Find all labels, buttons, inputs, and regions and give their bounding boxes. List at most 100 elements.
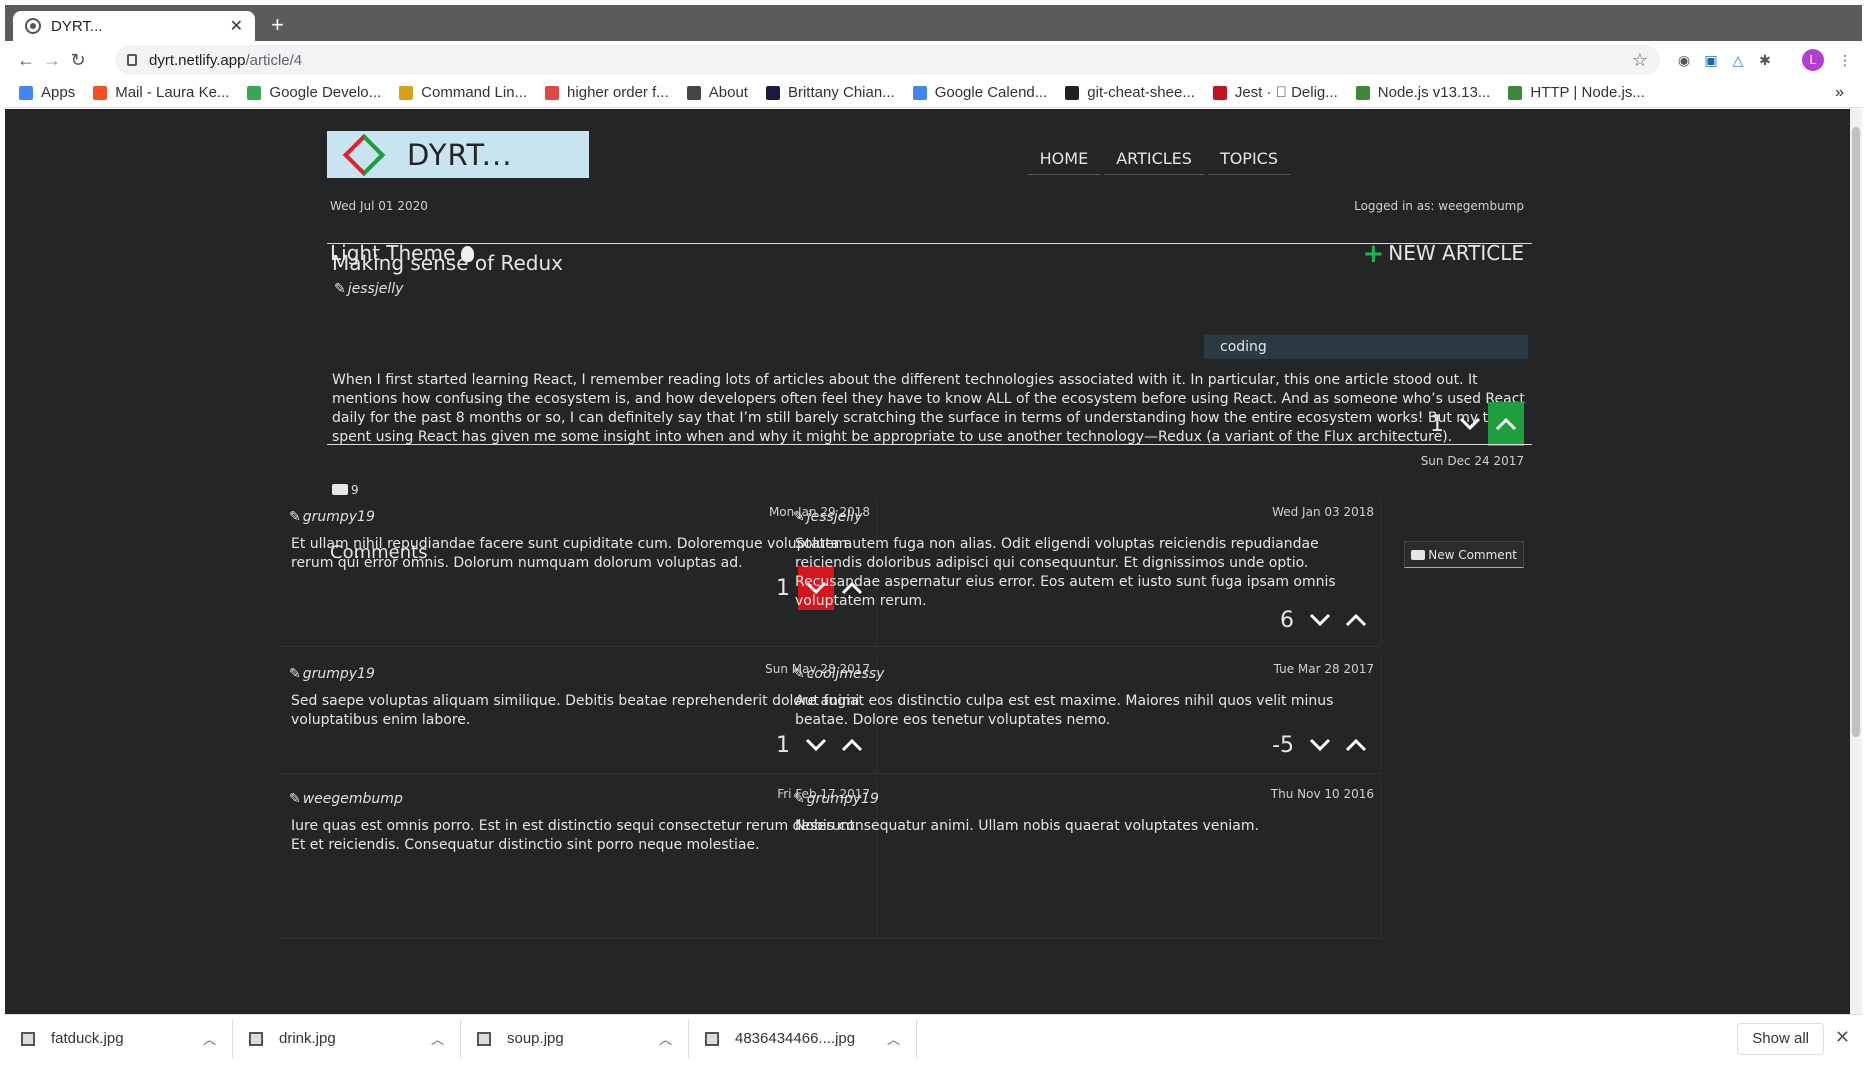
bookmarks-overflow-icon[interactable]: »	[1835, 84, 1844, 102]
bookmark-item[interactable]: Google Calend...	[912, 84, 1047, 101]
comment-upvote-chevron-icon[interactable]	[1338, 598, 1374, 642]
comment-author[interactable]: ✎ grumpy19	[289, 509, 375, 525]
new-tab-button[interactable]: +	[271, 14, 284, 36]
extensions-puzzle-icon[interactable]: ✱	[1755, 50, 1775, 70]
comment-author[interactable]: ✎ cooljmessy	[793, 666, 884, 682]
article-comment-count[interactable]: 9	[332, 483, 359, 497]
bookmark-item[interactable]: Google Develo...	[247, 84, 381, 101]
header-divider	[327, 243, 1532, 244]
bookmark-favicon-icon	[912, 85, 927, 100]
show-all-downloads-button[interactable]: Show all	[1737, 1023, 1824, 1055]
comment-vote-count: -5	[1272, 732, 1294, 758]
chevron-up-icon[interactable]: ︿	[659, 1029, 672, 1048]
page-scrollbar[interactable]	[1850, 109, 1862, 1014]
forward-arrow-icon[interactable]: →	[41, 49, 63, 71]
chevron-up-icon[interactable]: ︿	[203, 1029, 216, 1048]
comment-card: ✎ grumpy19 Thu Nov 10 2016 Nobis consequatu…	[785, 779, 1381, 939]
article-upvote-chevron-icon[interactable]	[1488, 402, 1524, 446]
chevron-up-icon[interactable]: ︿	[887, 1029, 900, 1048]
article-vote-count: 1	[1430, 411, 1444, 437]
bookmark-item[interactable]: higher order f...	[545, 84, 669, 101]
back-arrow-icon[interactable]: ←	[15, 49, 37, 71]
bookmark-label: Mail - Laura Ke...	[115, 84, 230, 101]
comment-author[interactable]: ✎ grumpy19	[793, 791, 879, 807]
download-filename: drink.jpg	[279, 1030, 336, 1047]
profile-avatar[interactable]: L	[1802, 49, 1824, 71]
comment-count-value: 9	[351, 483, 359, 497]
browser-tabstrip: DYRT... ✕ +	[5, 5, 1862, 41]
article-divider	[327, 444, 1532, 445]
bookmark-label: Jest · ⃞ Delig...	[1234, 84, 1338, 101]
topic-badge[interactable]: coding	[1204, 335, 1528, 359]
address-bar[interactable]: dyrt.netlify.app/article/4 ☆	[115, 45, 1660, 75]
pencil-icon: ✎	[289, 509, 301, 525]
chevron-up-icon[interactable]: ︿	[431, 1029, 444, 1048]
comment-downvote-chevron-icon[interactable]	[1302, 723, 1338, 767]
comment-author[interactable]: ✎ jessjelly	[793, 509, 862, 525]
bookmark-favicon-icon	[686, 85, 701, 100]
download-item[interactable]: drink.jpg ︿	[233, 1018, 461, 1059]
comment-downvote-chevron-icon[interactable]	[1302, 598, 1338, 642]
article-author[interactable]: ✎ jessjelly	[334, 281, 403, 297]
comment-body: Nobis consequatur animi. Ullam nobis qua…	[795, 818, 1259, 834]
bookmark-item[interactable]: Mail - Laura Ke...	[93, 84, 229, 101]
new-comment-button[interactable]: New Comment	[1404, 541, 1524, 568]
page-content: DYRT... HOME ARTICLES TOPICS Wed Jul 01 …	[5, 109, 1850, 1014]
extension-icon-1[interactable]: ◉	[1674, 50, 1694, 70]
comment-date: Tue Mar 28 2017	[1273, 662, 1374, 676]
download-item[interactable]: 4836434466....jpg ︿	[689, 1018, 917, 1059]
comment-author[interactable]: ✎ grumpy19	[289, 666, 375, 682]
browser-tab[interactable]: DYRT... ✕	[13, 11, 255, 41]
bookmark-item[interactable]: Node.js v13.13...	[1355, 84, 1491, 101]
comment-vote-count: 6	[1280, 607, 1294, 633]
download-item[interactable]: soup.jpg ︿	[461, 1018, 689, 1059]
extension-icon-3[interactable]: △	[1728, 50, 1748, 70]
reload-icon[interactable]: ↻	[67, 49, 89, 71]
comment-author[interactable]: ✎ weegembump	[289, 791, 403, 807]
scrollbar-thumb[interactable]	[1852, 127, 1860, 737]
tab-close-icon[interactable]: ✕	[230, 16, 243, 36]
bookmark-star-icon[interactable]: ☆	[1632, 50, 1648, 71]
bookmark-label: Apps	[41, 84, 76, 101]
bookmark-item[interactable]: Brittany Chian...	[765, 84, 895, 101]
comment-author-name: grumpy19	[806, 791, 879, 807]
nav-articles[interactable]: ARTICLES	[1104, 143, 1204, 175]
image-file-icon	[477, 1031, 491, 1046]
nav-home[interactable]: HOME	[1027, 143, 1101, 175]
bookmark-label: HTTP | Node.js...	[1530, 84, 1645, 101]
download-shelf: fatduck.jpg ︿ drink.jpg ︿ soup.jpg ︿ 483643446…	[5, 1014, 1862, 1062]
article-downvote-chevron-icon[interactable]	[1452, 402, 1488, 446]
pencil-icon: ✎	[793, 791, 805, 807]
bookmark-item[interactable]: Command Lin...	[399, 84, 527, 101]
image-file-icon	[249, 1031, 263, 1046]
comment-author-name: grumpy19	[302, 666, 375, 682]
download-filename: 4836434466....jpg	[735, 1030, 856, 1047]
comment-body: Iure quas est omnis porro. Est in est di…	[291, 818, 860, 853]
comment-upvote-chevron-icon[interactable]	[1338, 723, 1374, 767]
download-item[interactable]: fatduck.jpg ︿	[5, 1018, 233, 1059]
image-file-icon	[705, 1031, 719, 1046]
extension-icon-2[interactable]: ▣	[1701, 50, 1721, 70]
bookmark-item[interactable]: Jest · ⃞ Delig...	[1212, 84, 1338, 101]
bookmark-label: higher order f...	[567, 84, 669, 101]
bookmark-label: Node.js v13.13...	[1377, 84, 1491, 101]
article-date: Sun Dec 24 2017	[1420, 454, 1524, 468]
browser-menu-icon[interactable]: ⋮	[1835, 50, 1855, 70]
lock-icon	[127, 54, 137, 66]
close-download-shelf-icon[interactable]: ✕	[1835, 1027, 1850, 1048]
comment-date: Wed Jan 03 2018	[1272, 505, 1374, 519]
url-path: /article/4	[245, 51, 303, 69]
bookmark-item[interactable]: About	[686, 84, 748, 101]
article-title: Making sense of Redux	[332, 251, 564, 275]
bookmark-label: About	[708, 84, 748, 101]
bookmark-item[interactable]: HTTP | Node.js...	[1508, 84, 1645, 101]
bookmark-item[interactable]: git-cheat-shee...	[1065, 84, 1195, 101]
nav-topics[interactable]: TOPICS	[1207, 143, 1290, 175]
bookmark-item[interactable]: Apps	[19, 84, 75, 101]
bookmark-favicon-icon	[1508, 85, 1523, 100]
site-favicon-icon	[25, 18, 41, 34]
comment-votes: -5	[1272, 723, 1374, 767]
logo-text: DYRT...	[407, 137, 513, 172]
site-logo[interactable]: DYRT...	[327, 131, 589, 178]
pencil-icon: ✎	[793, 666, 805, 682]
